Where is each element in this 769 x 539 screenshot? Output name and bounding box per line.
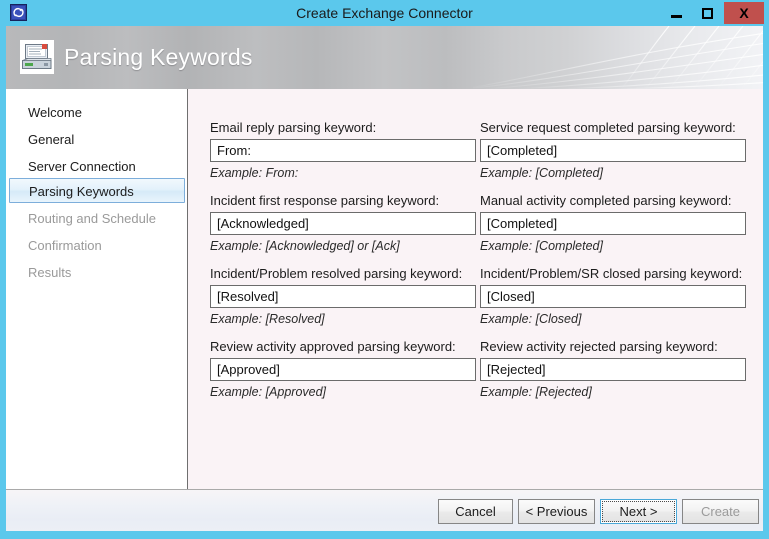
wizard-header-banner: Parsing Keywords [6, 26, 763, 89]
field-service-request-completed-parsing-keyword: Service request completed parsing keywor… [480, 120, 746, 181]
review-activity-rejected-parsing-keyword-input[interactable] [480, 358, 746, 381]
next-button[interactable]: Next > [600, 499, 677, 524]
field-label: Incident/Problem/SR closed parsing keywo… [480, 266, 743, 281]
sidebar-item-label: Welcome [28, 105, 82, 120]
field-incident-first-response-parsing-keyword: Incident first response parsing keyword:… [210, 193, 476, 254]
minimize-button[interactable] [661, 2, 691, 24]
field-label: Incident first response parsing keyword: [210, 193, 440, 208]
sidebar-item-welcome[interactable]: Welcome [9, 100, 185, 125]
button-label: < Previous [525, 504, 588, 519]
field-example: Example: [Rejected] [480, 385, 592, 399]
sidebar-item-label: Parsing Keywords [29, 184, 134, 199]
wizard-footer: Cancel < Previous Next > Create [6, 489, 763, 531]
sidebar-item-confirmation[interactable]: Confirmation [9, 233, 185, 258]
service-request-completed-parsing-keyword-input[interactable] [480, 139, 746, 162]
field-email-reply-parsing-keyword: Email reply parsing keyword: Example: Fr… [210, 120, 476, 181]
close-icon: X [739, 5, 749, 21]
field-label: Review activity rejected parsing keyword… [480, 339, 718, 354]
sidebar-item-label: Confirmation [28, 238, 102, 253]
manual-activity-completed-parsing-keyword-input[interactable] [480, 212, 746, 235]
review-activity-approved-parsing-keyword-input[interactable] [210, 358, 476, 381]
button-label: Cancel [455, 504, 496, 519]
email-reply-parsing-keyword-input[interactable] [210, 139, 476, 162]
field-label: Manual activity completed parsing keywor… [480, 193, 732, 208]
wizard-step-navigation: Welcome General Server Connection Parsin… [6, 89, 188, 489]
parsing-keywords-form: Email reply parsing keyword: Example: Fr… [188, 89, 763, 489]
field-example: Example: [Closed] [480, 312, 582, 326]
button-label: Create [700, 504, 741, 519]
sidebar-item-label: General [28, 132, 75, 147]
incident-problem-resolved-parsing-keyword-input[interactable] [210, 285, 476, 308]
field-example: Example: [Completed] [480, 239, 603, 253]
title-bar[interactable]: Create Exchange Connector X [0, 0, 769, 26]
field-label: Review activity approved parsing keyword… [210, 339, 456, 354]
field-example: Example: [Approved] [210, 385, 327, 399]
maximize-icon [702, 7, 713, 19]
sidebar-item-results[interactable]: Results [9, 260, 185, 285]
sidebar-item-server-connection[interactable]: Server Connection [9, 154, 185, 179]
field-example: Example: From: [210, 166, 299, 180]
maximize-button[interactable] [693, 2, 722, 24]
field-incident-problem-resolved-parsing-keyword: Incident/Problem resolved parsing keywor… [210, 266, 476, 327]
field-label: Email reply parsing keyword: [210, 120, 377, 135]
sidebar-item-general[interactable]: General [9, 127, 185, 152]
previous-button[interactable]: < Previous [518, 499, 595, 524]
minimize-icon [670, 14, 682, 18]
field-example: Example: [Acknowledged] or [Ack] [210, 239, 400, 253]
button-label: Next > [619, 504, 658, 519]
create-exchange-connector-window: Create Exchange Connector X Parsing Keyw… [0, 0, 769, 539]
window-title: Create Exchange Connector [296, 5, 473, 21]
field-review-activity-rejected-parsing-keyword: Review activity rejected parsing keyword… [480, 339, 746, 400]
sidebar-item-label: Results [28, 265, 72, 280]
incident-first-response-parsing-keyword-input[interactable] [210, 212, 476, 235]
close-button[interactable]: X [724, 2, 764, 24]
sidebar-item-label: Routing and Schedule [28, 211, 156, 226]
sidebar-item-routing-and-schedule[interactable]: Routing and Schedule [9, 206, 185, 231]
field-label: Service request completed parsing keywor… [480, 120, 736, 135]
field-example: Example: [Resolved] [210, 312, 325, 326]
sidebar-item-parsing-keywords[interactable]: Parsing Keywords [9, 178, 185, 203]
create-button: Create [682, 499, 759, 524]
incident-problem-sr-closed-parsing-keyword-input[interactable] [480, 285, 746, 308]
field-manual-activity-completed-parsing-keyword: Manual activity completed parsing keywor… [480, 193, 746, 254]
field-incident-problem-sr-closed-parsing-keyword: Incident/Problem/SR closed parsing keywo… [480, 266, 746, 327]
field-label: Incident/Problem resolved parsing keywor… [210, 266, 463, 281]
decorative-mesh-graphic [473, 26, 763, 89]
page-title: Parsing Keywords [64, 44, 253, 70]
sidebar-item-label: Server Connection [28, 159, 136, 174]
wizard-body: Welcome General Server Connection Parsin… [6, 89, 763, 489]
field-review-activity-approved-parsing-keyword: Review activity approved parsing keyword… [210, 339, 476, 400]
cancel-button[interactable]: Cancel [438, 499, 513, 524]
server-connector-icon [20, 40, 54, 74]
field-example: Example: [Completed] [480, 166, 603, 180]
